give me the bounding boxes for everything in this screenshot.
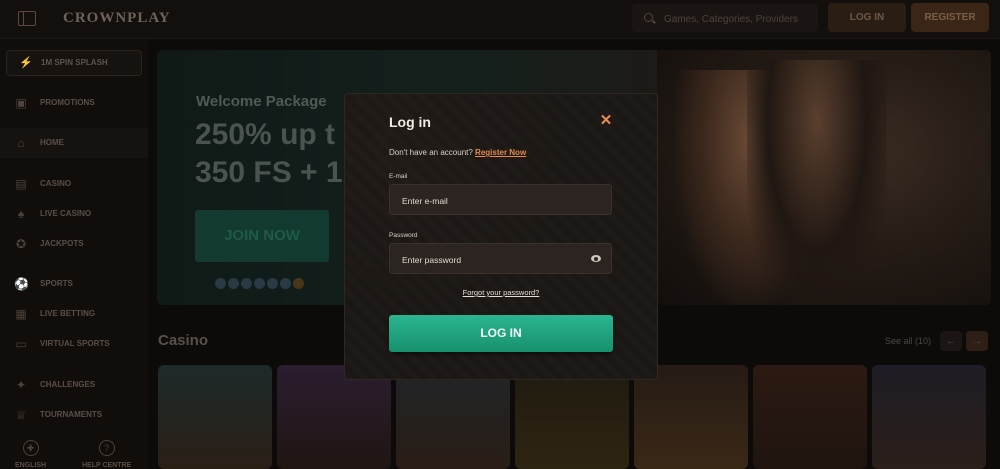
home-icon: ⌂: [17, 136, 25, 150]
sidebar-item-label: CASINO: [40, 179, 72, 188]
game-tile[interactable]: [158, 365, 272, 469]
sidebar-item-label: SPORTS: [40, 279, 73, 288]
help-label: HELP CENTRE: [82, 462, 132, 469]
next-arrow-icon[interactable]: →: [966, 331, 988, 351]
join-now-button[interactable]: JOIN NOW: [195, 210, 329, 262]
no-account-text: Don't have an account? Register Now: [389, 148, 526, 157]
header-register-button[interactable]: REGISTER: [911, 3, 989, 32]
show-password-icon[interactable]: [591, 255, 601, 262]
mastercard-icon: [228, 278, 239, 289]
sidebar-item-label: HOME: [40, 138, 64, 147]
sidebar-item-live-casino[interactable]: ♠ LIVE CASINO: [0, 199, 148, 229]
game-tile[interactable]: [634, 365, 748, 469]
game-tile[interactable]: [872, 365, 986, 469]
banner-headline-line2: 350 FS + 1: [195, 156, 343, 189]
ball-icon: ⚽: [14, 277, 29, 291]
header-login-button[interactable]: LOG IN: [828, 3, 906, 32]
game-tile[interactable]: [753, 365, 867, 469]
search-box[interactable]: [632, 4, 818, 32]
login-submit-button[interactable]: LOG IN: [389, 315, 613, 352]
email-field[interactable]: [400, 193, 589, 209]
sidebar-item-label: LIVE BETTING: [40, 309, 96, 318]
trophy-icon: ♕: [15, 408, 27, 422]
coin-icon: ✪: [15, 237, 27, 251]
game-tile[interactable]: [277, 365, 391, 469]
help-centre-link[interactable]: ? HELP CENTRE: [82, 440, 131, 469]
sidebar-item-label: LIVE CASINO: [40, 209, 92, 218]
no-account-label: Don't have an account?: [389, 148, 473, 157]
live-icon: ▦: [15, 307, 27, 321]
lightning-icon: ⚡: [19, 57, 33, 69]
password-label: Password: [389, 232, 418, 239]
login-modal: Log in ✕ Don't have an account? Register…: [344, 93, 658, 380]
sidebar-item-promotions[interactable]: ▣ PROMOTIONS: [0, 88, 148, 118]
sidebar-item-home[interactable]: ⌂ HOME: [0, 128, 148, 158]
banner-welcome-text: Welcome Package: [196, 93, 327, 110]
spade-icon: ♠: [17, 207, 25, 221]
sidebar-item-label: JACKPOTS: [40, 239, 84, 248]
payment-methods: [215, 276, 306, 294]
sidebar-item-virtual-sports[interactable]: ▭ VIRTUAL SPORTS: [0, 329, 148, 359]
sidebar-item-label: PROMOTIONS: [40, 98, 95, 107]
gift-icon: ▣: [15, 96, 27, 110]
top-bar: CROWNPLAY LOG IN REGISTER: [0, 0, 1000, 39]
sidebar-item-sports[interactable]: ⚽ SPORTS: [0, 269, 148, 299]
email-field-wrapper[interactable]: [389, 184, 612, 215]
sidebar-item-casino[interactable]: ▤ CASINO: [0, 169, 148, 199]
sidebar-toggle-icon[interactable]: [18, 11, 36, 26]
spin-splash-promo[interactable]: ⚡ 1M SPIN SPLASH: [6, 50, 142, 76]
language-label: ENGLISH: [15, 462, 47, 469]
forgot-password-link[interactable]: Forgot your password?: [345, 288, 657, 297]
bank-icon: [241, 278, 252, 289]
banner-headline: 250% up t 350 FS + 1: [195, 116, 343, 192]
help-icon: ?: [98, 440, 115, 456]
crypto-icon: [254, 278, 265, 289]
sidebar-item-label: TOURNAMENTS: [40, 410, 103, 419]
sidebar-item-challenges[interactable]: ✦ CHALLENGES: [0, 370, 148, 400]
game-tile[interactable]: [515, 365, 629, 469]
search-input[interactable]: [662, 10, 816, 28]
flag-icon: ✚: [22, 440, 39, 456]
banner-headline-line1: 250% up t: [195, 118, 336, 151]
wallet-icon: [267, 278, 278, 289]
prev-arrow-icon[interactable]: ←: [940, 331, 962, 351]
password-field[interactable]: [400, 252, 589, 268]
sidebar-item-label: CHALLENGES: [40, 380, 96, 389]
modal-title: Log in: [389, 114, 431, 130]
slot-icon: ▤: [15, 177, 27, 191]
sidebar-item-jackpots[interactable]: ✪ JACKPOTS: [0, 229, 148, 259]
game-tile[interactable]: [396, 365, 510, 469]
search-icon: [644, 13, 653, 22]
casino-section-title: Casino: [158, 332, 209, 349]
crypto-icon: [280, 278, 291, 289]
register-now-link[interactable]: Register Now: [475, 148, 526, 157]
see-all-link[interactable]: See all (10): [885, 336, 931, 346]
email-label: E-mail: [389, 173, 408, 180]
language-selector[interactable]: ✚ ENGLISH: [15, 440, 46, 469]
sidebar-item-live-betting[interactable]: ▦ LIVE BETTING: [0, 299, 148, 329]
medal-icon: ✦: [15, 378, 27, 392]
gamepad-icon: ▭: [15, 337, 27, 351]
sidebar-item-tournaments[interactable]: ♕ TOURNAMENTS: [0, 400, 148, 430]
sidebar: ⚡ 1M SPIN SPLASH ▣ PROMOTIONS ⌂ HOME ▤ C…: [0, 39, 148, 469]
coin-icon: [293, 278, 304, 289]
close-icon[interactable]: ✕: [598, 113, 614, 129]
password-field-wrapper[interactable]: [389, 243, 612, 274]
sidebar-item-label: VIRTUAL SPORTS: [40, 339, 110, 348]
visa-icon: [215, 278, 226, 289]
spin-splash-label: 1M SPIN SPLASH: [41, 58, 108, 67]
banner-man-figure: [747, 60, 887, 305]
site-logo[interactable]: CROWNPLAY: [63, 10, 171, 27]
